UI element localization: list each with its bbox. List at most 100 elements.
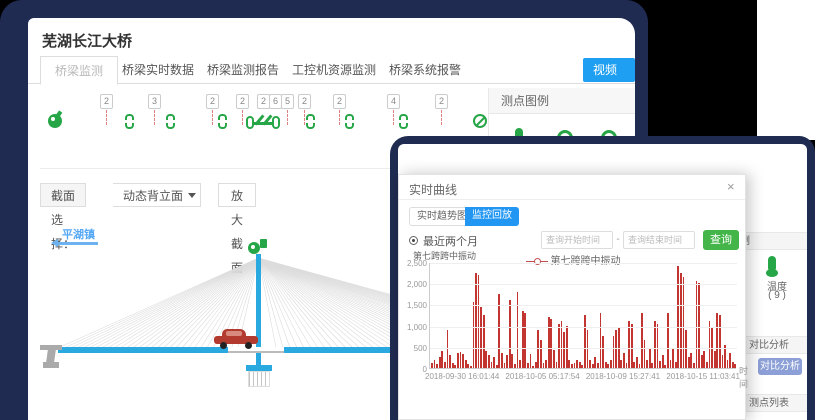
bar [680, 273, 682, 368]
compare-analysis-button[interactable]: 对比分析 [758, 358, 802, 375]
bar [662, 355, 664, 368]
bar [698, 283, 700, 368]
sensor-count-badge[interactable]: 4 [387, 94, 400, 109]
bar [592, 364, 594, 368]
bar [594, 357, 596, 368]
bar [488, 355, 490, 368]
chain-link-icon[interactable] [166, 114, 175, 129]
bar [493, 357, 495, 368]
bar [566, 326, 568, 368]
x-axis-tick: 2018-10-09 15:27:41 [586, 372, 660, 381]
sidebar-list-header: 测点列表 [746, 394, 807, 412]
bar [530, 354, 532, 368]
bar [688, 357, 690, 368]
thermometer-icon[interactable] [768, 256, 776, 272]
gridline [430, 327, 737, 328]
y-axis-tick: 1,000 [400, 323, 427, 332]
bar [509, 300, 511, 368]
sensor-count-badge[interactable]: 2 [206, 94, 219, 109]
end-time-input[interactable] [623, 231, 695, 249]
bar [434, 360, 436, 368]
tab-monitor-playback[interactable]: 监控回放 [465, 207, 519, 226]
sensor-count-badge[interactable]: 2 [435, 94, 448, 109]
dashed-line [242, 110, 243, 125]
bar [436, 364, 438, 368]
camera-icon[interactable] [248, 242, 260, 254]
bar [664, 365, 666, 368]
bar [683, 277, 685, 368]
bar [470, 366, 472, 369]
sidebar-legend-title: 测点图例 [746, 233, 750, 250]
tower-foundation [248, 371, 270, 387]
bar [449, 355, 451, 368]
bar [501, 353, 503, 368]
chain-link-icon[interactable] [218, 114, 227, 129]
sensor-count-badge[interactable]: 3 [148, 94, 161, 109]
bar [670, 360, 672, 369]
bar [605, 362, 607, 368]
modal-title: 实时曲线 [409, 181, 457, 198]
video-monitor-button[interactable]: 视频监控 [583, 58, 635, 82]
chain-link-icon[interactable] [306, 114, 315, 129]
zoom-section-button[interactable]: 放大截面 [218, 183, 256, 207]
bar [722, 355, 724, 368]
bar [517, 292, 519, 368]
chain-link-icon[interactable] [345, 114, 354, 129]
tab-ipc-resource[interactable]: 工控机资源监测 [278, 56, 390, 84]
bar [465, 360, 467, 369]
bar [532, 366, 534, 369]
bar [631, 324, 633, 369]
bar [597, 363, 599, 369]
bar [685, 330, 687, 368]
bar [646, 360, 648, 369]
chain-link-icon[interactable] [399, 114, 408, 129]
sensor-count-badge[interactable]: 5 [281, 94, 294, 109]
bar [558, 324, 560, 369]
bar [602, 336, 604, 368]
sensor-count-badge[interactable]: 2 [333, 94, 346, 109]
bar [579, 362, 581, 368]
sensor-count-badge[interactable]: 2 [298, 94, 311, 109]
sensor-count-badge[interactable]: 2 [100, 94, 113, 109]
bar [561, 321, 563, 368]
screenshot-canvas: 芜湖长江大桥 桥梁监测 桥梁实时数据 桥梁监测报告 工控机资源监测 桥梁系统报警… [0, 0, 815, 420]
background-window [757, 0, 815, 140]
radio-last-two-months[interactable] [409, 236, 418, 245]
prohibited-icon[interactable] [473, 114, 487, 128]
bar [729, 353, 731, 368]
bar [651, 363, 653, 368]
close-icon[interactable]: × [727, 179, 735, 194]
bar [636, 357, 638, 368]
bar [626, 363, 628, 368]
dashed-line [212, 110, 213, 125]
bar [568, 360, 570, 368]
bar [714, 351, 716, 368]
bar [504, 363, 506, 368]
start-time-input[interactable] [541, 231, 613, 249]
dashed-line [441, 110, 442, 125]
dashed-line [154, 110, 155, 125]
bar [467, 364, 469, 368]
bar [620, 360, 622, 368]
bar [431, 363, 433, 368]
tab-bridge-monitor[interactable]: 桥梁监测 [40, 56, 118, 85]
bar [734, 364, 736, 368]
tab-system-alarm[interactable]: 桥梁系统报警 [375, 56, 475, 84]
load-sensor-icon[interactable] [48, 114, 62, 128]
bar [716, 313, 718, 368]
bar [677, 266, 679, 368]
bar [587, 330, 589, 368]
section-select-label: 截面选择： [40, 183, 86, 207]
sensor-count-badge[interactable]: 2 [236, 94, 249, 109]
bar [657, 324, 659, 369]
chain-link-icon[interactable] [125, 114, 134, 129]
chart-plot-area: 2,5002,0001,5001,0005000 [429, 263, 736, 369]
bar [709, 321, 711, 368]
bridge-sensor-icon[interactable] [246, 112, 282, 130]
x-axis-tick: 2018-10-05 05:17:54 [505, 372, 579, 381]
bar [545, 360, 547, 369]
query-button[interactable]: 查询 [703, 230, 739, 250]
bar [667, 313, 669, 368]
bar [457, 353, 459, 368]
bar [496, 365, 498, 368]
